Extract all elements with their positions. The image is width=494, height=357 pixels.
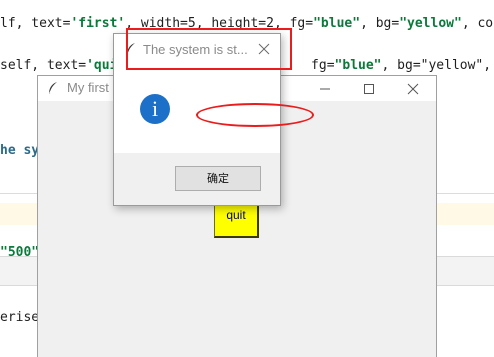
code-text: , bg= bbox=[360, 16, 400, 31]
dialog-button-bar: 确定 bbox=[114, 153, 280, 205]
code-text: , co bbox=[461, 16, 494, 31]
main-window-title: My first bbox=[67, 80, 109, 95]
minimize-button[interactable] bbox=[303, 76, 347, 101]
info-glyph: i bbox=[151, 96, 159, 121]
code-text: he sy bbox=[0, 143, 40, 158]
annotation-ellipse bbox=[196, 103, 314, 127]
minimize-icon bbox=[320, 88, 330, 90]
close-icon bbox=[407, 83, 419, 95]
code-string: "blue" bbox=[313, 16, 361, 31]
code-text: erise bbox=[0, 310, 40, 325]
code-string: "blue" bbox=[334, 58, 382, 73]
ok-button[interactable]: 确定 bbox=[175, 166, 261, 191]
code-text: fg= bbox=[295, 58, 335, 73]
annotation-rectangle bbox=[126, 28, 292, 70]
feather-icon bbox=[48, 82, 57, 95]
code-line-6: erise bbox=[0, 309, 39, 327]
code-text: lf, text= bbox=[0, 16, 71, 31]
code-line-3: he sy bbox=[0, 142, 39, 160]
info-icon: i bbox=[140, 94, 170, 124]
code-text: , bg="yellow", c bbox=[381, 58, 492, 73]
code-string: "yellow" bbox=[399, 16, 462, 31]
quit-button[interactable]: quit bbox=[214, 203, 259, 238]
maximize-icon bbox=[364, 84, 374, 94]
code-text: self, text= bbox=[0, 58, 87, 73]
code-string: 'first' bbox=[70, 16, 126, 31]
screen: lf, text='first', width=5, height=2, fg=… bbox=[0, 0, 494, 357]
close-button[interactable] bbox=[391, 76, 435, 101]
maximize-button[interactable] bbox=[347, 76, 391, 101]
